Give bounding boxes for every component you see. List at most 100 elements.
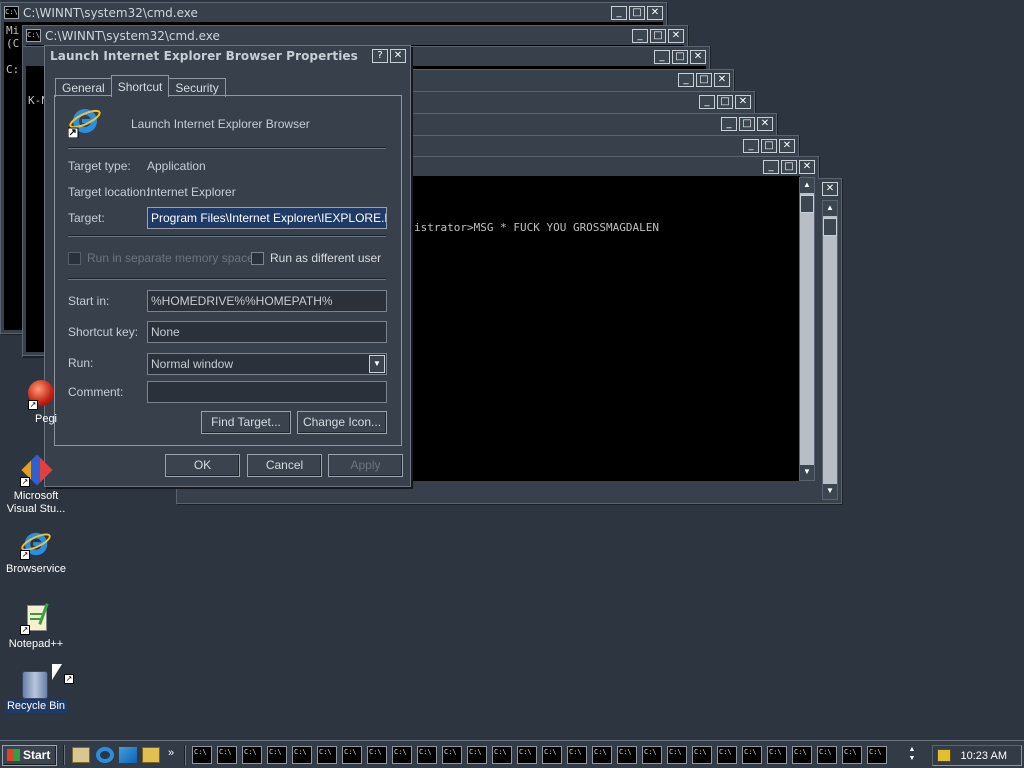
target-location-value: Internet Explorer: [147, 185, 236, 199]
target-input[interactable]: Program Files\Internet Explorer\IEXPLORE…: [147, 207, 387, 229]
comment-input[interactable]: [147, 381, 387, 403]
taskbar-cmd-button[interactable]: C:\: [492, 746, 512, 764]
scroll-thumb[interactable]: [800, 195, 814, 213]
scroll-down-icon[interactable]: ▼: [800, 465, 814, 480]
maximize-button[interactable]: □: [696, 73, 712, 87]
console-vertical-scrollbar[interactable]: ▲ ▼: [822, 200, 838, 500]
chevron-down-icon[interactable]: ▼: [369, 355, 385, 373]
maximize-button[interactable]: □: [761, 139, 777, 153]
windows-logo-icon: [7, 749, 20, 761]
taskbar-cmd-button[interactable]: C:\: [517, 746, 537, 764]
quicklaunch-chevron-icon[interactable]: »: [168, 747, 174, 759]
close-button[interactable]: ✕: [779, 139, 795, 153]
explorer-icon[interactable]: [142, 747, 160, 763]
desktop-icon-notepad-plus-plus[interactable]: ↗ Notepad++: [0, 603, 72, 651]
taskbar-cmd-button[interactable]: C:\: [317, 746, 337, 764]
close-button[interactable]: ✕: [735, 95, 751, 109]
taskbar-cmd-button[interactable]: C:\: [592, 746, 612, 764]
taskbar-cmd-button[interactable]: C:\: [217, 746, 237, 764]
taskbar-cmd-button[interactable]: C:\: [367, 746, 387, 764]
taskbar-cmd-button[interactable]: C:\: [192, 746, 212, 764]
taskbar-cmd-button[interactable]: C:\: [742, 746, 762, 764]
taskbar-cmd-button[interactable]: C:\: [417, 746, 437, 764]
outlook-express-icon[interactable]: [119, 747, 137, 763]
console-titlebar[interactable]: C:\ C:\WINNT\system32\cmd.exe: [1, 3, 666, 22]
taskbar-cmd-button[interactable]: C:\: [817, 746, 837, 764]
console-vertical-scrollbar[interactable]: ▲ ▼: [799, 177, 815, 481]
taskbar-cmd-button[interactable]: C:\: [667, 746, 687, 764]
close-button[interactable]: ✕: [822, 182, 838, 196]
close-button[interactable]: ✕: [714, 73, 730, 87]
tray-app-icon[interactable]: [937, 749, 951, 762]
taskbar-clock[interactable]: 10:23 AM: [961, 750, 1007, 762]
help-button[interactable]: ?: [372, 49, 388, 63]
desktop-icon-label: Pegi: [34, 413, 58, 425]
minimize-button[interactable]: _: [678, 73, 694, 87]
maximize-button[interactable]: □: [717, 95, 733, 109]
taskbar-cmd-button[interactable]: C:\: [692, 746, 712, 764]
scroll-up-icon[interactable]: ▲: [800, 178, 814, 193]
scroll-down-icon[interactable]: ▼: [823, 484, 837, 499]
desktop-icon-browservice[interactable]: ↗ Browservice: [0, 528, 72, 576]
run-separate-memory-checkbox[interactable]: Run in separate memory space: [68, 251, 254, 265]
taskbar-cmd-button[interactable]: C:\: [392, 746, 412, 764]
minimize-button[interactable]: _: [611, 6, 627, 20]
taskbar-cmd-button[interactable]: C:\: [867, 746, 887, 764]
desktop-icon-pegasus[interactable]: ↗ Pegi: [0, 378, 70, 426]
taskbar-cmd-button[interactable]: C:\: [717, 746, 737, 764]
minimize-button[interactable]: _: [654, 50, 670, 64]
taskbar-scroll-arrows[interactable]: ▲ ▼: [905, 745, 919, 765]
maximize-button[interactable]: □: [650, 29, 666, 43]
taskbar-cmd-button[interactable]: C:\: [642, 746, 662, 764]
taskbar-cmd-button[interactable]: C:\: [842, 746, 862, 764]
close-button[interactable]: ✕: [757, 117, 773, 131]
taskbar-cmd-button[interactable]: C:\: [617, 746, 637, 764]
close-button[interactable]: ✕: [799, 160, 815, 174]
maximize-button[interactable]: □: [629, 6, 645, 20]
start-in-input[interactable]: %HOMEDRIVE%%HOMEPATH%: [147, 290, 387, 312]
start-button[interactable]: Start: [2, 745, 57, 766]
run-as-different-user-checkbox[interactable]: Run as different user: [251, 251, 381, 265]
minimize-button[interactable]: _: [721, 117, 737, 131]
shortcut-properties-dialog[interactable]: Launch Internet Explorer Browser Propert…: [44, 45, 411, 487]
taskbar-cmd-button[interactable]: C:\: [342, 746, 362, 764]
desktop-icon-visual-studio[interactable]: ↗ Microsoft Visual Stu...: [0, 454, 72, 516]
minimize-button[interactable]: _: [763, 160, 779, 174]
dialog-title[interactable]: Launch Internet Explorer Browser Propert…: [45, 46, 410, 67]
taskbar-cmd-button[interactable]: C:\: [567, 746, 587, 764]
recycle-bin-icon: [16, 665, 56, 699]
close-button[interactable]: ✕: [668, 29, 684, 43]
show-desktop-icon[interactable]: [72, 747, 90, 763]
ok-button[interactable]: OK: [165, 454, 240, 477]
taskbar-cmd-button[interactable]: C:\: [792, 746, 812, 764]
scroll-up-icon[interactable]: ▲: [823, 201, 837, 216]
console-titlebar[interactable]: [411, 136, 798, 155]
close-button[interactable]: ✕: [390, 49, 406, 63]
tab-shortcut[interactable]: Shortcut: [110, 75, 170, 97]
close-button[interactable]: ✕: [647, 6, 663, 20]
cancel-button[interactable]: Cancel: [247, 454, 322, 477]
shortcut-key-input[interactable]: None: [147, 321, 387, 343]
change-icon-button[interactable]: Change Icon...: [297, 411, 387, 434]
minimize-button[interactable]: _: [743, 139, 759, 153]
taskbar-cmd-button[interactable]: C:\: [467, 746, 487, 764]
taskbar-cmd-button[interactable]: C:\: [242, 746, 262, 764]
taskbar-cmd-button[interactable]: C:\: [267, 746, 287, 764]
close-button[interactable]: ✕: [690, 50, 706, 64]
console-titlebar[interactable]: C:\ C:\WINNT\system32\cmd.exe: [23, 26, 687, 45]
apply-button[interactable]: Apply: [328, 454, 403, 477]
taskbar-cmd-button[interactable]: C:\: [292, 746, 312, 764]
taskbar-cmd-button[interactable]: C:\: [442, 746, 462, 764]
internet-explorer-icon[interactable]: [96, 747, 114, 763]
taskbar-cmd-button[interactable]: C:\: [767, 746, 787, 764]
scroll-thumb[interactable]: [823, 218, 837, 236]
minimize-button[interactable]: _: [632, 29, 648, 43]
find-target-button[interactable]: Find Target...: [201, 411, 291, 434]
maximize-button[interactable]: □: [739, 117, 755, 131]
minimize-button[interactable]: _: [699, 95, 715, 109]
maximize-button[interactable]: □: [781, 160, 797, 174]
maximize-button[interactable]: □: [672, 50, 688, 64]
taskbar-cmd-button[interactable]: C:\: [542, 746, 562, 764]
console-window-side[interactable]: ✕ ▲ ▼: [818, 178, 842, 504]
run-select[interactable]: Normal window ▼: [147, 353, 387, 375]
